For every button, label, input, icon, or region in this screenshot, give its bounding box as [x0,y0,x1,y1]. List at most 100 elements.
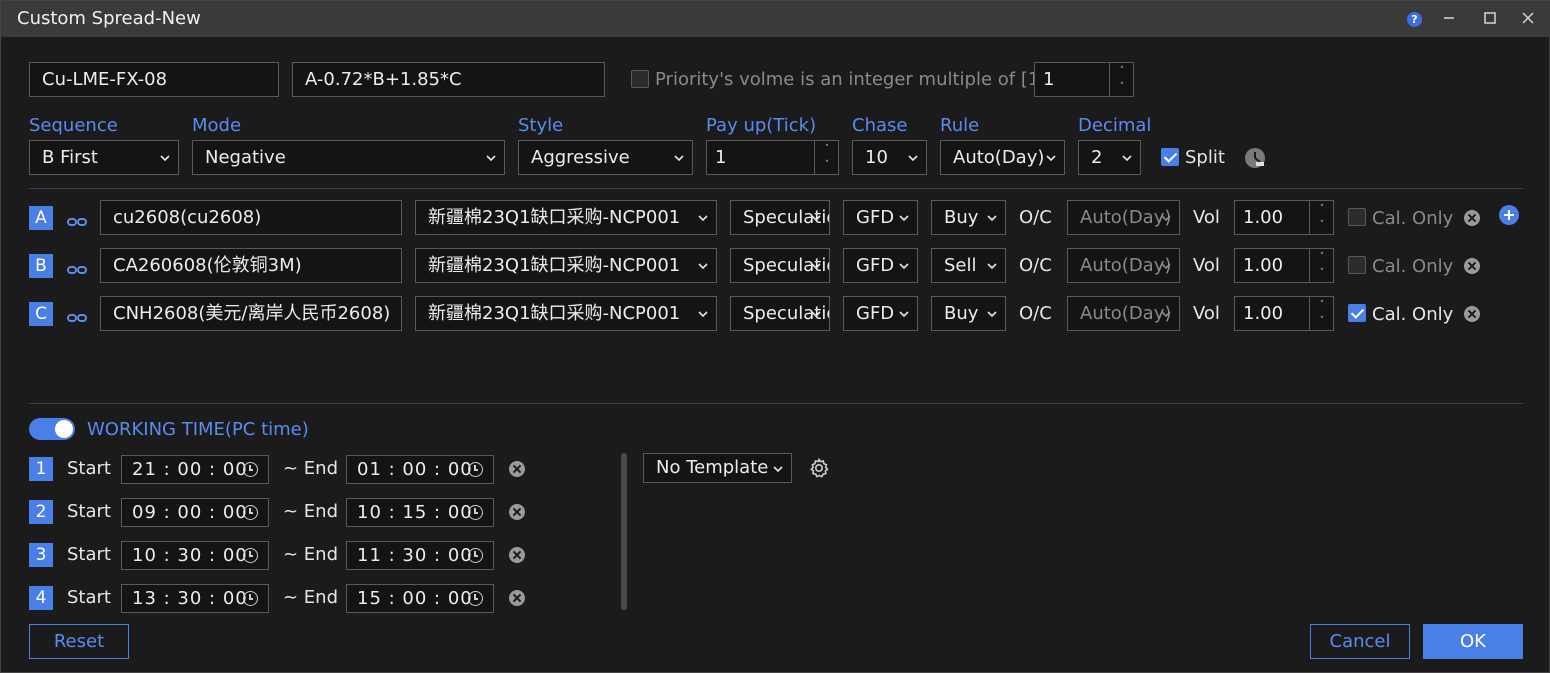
close-icon[interactable] [1516,7,1540,31]
side-select[interactable]: Buy [931,296,1006,331]
contract-input[interactable]: CA260608(伦敦铜3M) [100,248,402,283]
cal-only-checkbox[interactable] [1348,304,1366,322]
start-label: Start [67,544,111,565]
remove-leg-icon[interactable] [1464,210,1480,226]
chevron-down-icon [698,213,708,223]
cal-only-checkbox[interactable] [1348,256,1366,274]
sequence-select[interactable]: B First [29,140,179,175]
remove-slot-icon[interactable] [509,504,525,520]
reset-button[interactable]: Reset [29,624,129,659]
clock-icon[interactable] [243,548,258,563]
formula-input[interactable]: A-0.72*B+1.85*C [292,62,605,97]
end-time-input[interactable]: 10 : 15 : 00 [346,498,494,527]
rule-select[interactable]: Auto(Day) [940,140,1065,175]
chevron-down-icon [1046,153,1056,163]
vol-value: 1.00 [1243,255,1284,276]
panel-scrollbar[interactable] [621,453,627,610]
stepper-arrows[interactable]: ˄ ˅ [1309,201,1333,234]
chase-label: Chase [852,115,908,136]
remove-leg-icon[interactable] [1464,258,1480,274]
clock-icon[interactable] [243,591,258,606]
end-time-input[interactable]: 01 : 00 : 00 [346,455,494,484]
start-time-input[interactable]: 13 : 30 : 00 [121,584,269,613]
chevron-down-icon [811,261,821,271]
contract-input[interactable]: cu2608(cu2608) [100,200,402,235]
tif-select[interactable]: GFD [843,248,918,283]
start-time-input[interactable]: 21 : 00 : 00 [121,455,269,484]
oc-select[interactable]: Auto(Day) [1067,296,1180,331]
working-time-label: WORKING TIME(PC time) [87,419,309,440]
cancel-button[interactable]: Cancel [1310,624,1410,659]
chase-select[interactable]: 10 [852,140,927,175]
link-icon[interactable] [67,308,87,322]
style-select[interactable]: Aggressive [518,140,693,175]
side-select[interactable]: Sell [931,248,1006,283]
oc-select[interactable]: Auto(Day) [1067,200,1180,235]
vol-stepper[interactable]: 1.00 ˄ ˅ [1234,248,1334,283]
end-time-input[interactable]: 11 : 30 : 00 [346,541,494,570]
tif-select[interactable]: GFD [843,200,918,235]
clock-icon[interactable] [468,505,483,520]
clock-icon[interactable] [243,505,258,520]
vol-label: Vol [1193,207,1220,228]
oc-select[interactable]: Auto(Day) [1067,248,1180,283]
vol-value: 1.00 [1243,303,1284,324]
link-icon[interactable] [67,212,87,226]
remove-slot-icon[interactable] [509,590,525,606]
account-value: 新疆棉23Q1缺口采购-NCP001 [428,255,681,276]
hedge-select[interactable]: Speculation [730,296,830,331]
cal-only-checkbox[interactable] [1348,208,1366,226]
account-select[interactable]: 新疆棉23Q1缺口采购-NCP001 [415,296,717,331]
vol-stepper[interactable]: 1.00 ˄ ˅ [1234,296,1334,331]
account-select[interactable]: 新疆棉23Q1缺口采购-NCP001 [415,200,717,235]
stepper-arrows[interactable]: ˄ ˅ [1309,297,1333,330]
payup-stepper[interactable]: 1 ˄ ˅ [706,140,839,175]
add-leg-icon[interactable] [1499,205,1519,225]
priority-multiple-stepper[interactable]: 1 ˄ ˅ [1034,62,1134,97]
vol-stepper[interactable]: 1.00 ˄ ˅ [1234,200,1334,235]
account-select[interactable]: 新疆棉23Q1缺口采购-NCP001 [415,248,717,283]
hedge-select[interactable]: Speculation [730,200,830,235]
chevron-down-icon [899,261,909,271]
start-time-input[interactable]: 10 : 30 : 00 [121,541,269,570]
clock-icon[interactable] [468,591,483,606]
oc-label: O/C [1019,255,1052,276]
mode-select[interactable]: Negative [192,140,505,175]
stepper-arrows[interactable]: ˄ ˅ [1109,63,1133,96]
sequence-label: Sequence [29,115,118,136]
contract-input[interactable]: CNH2608(美元/离岸人民币2608) [100,296,402,331]
chevron-down-icon [1161,309,1171,319]
remove-leg-icon[interactable] [1464,306,1480,322]
priority-checkbox[interactable] [631,70,649,88]
minimize-icon[interactable] [1437,7,1461,31]
tif-select[interactable]: GFD [843,296,918,331]
style-value: Aggressive [531,147,630,168]
remove-slot-icon[interactable] [509,547,525,563]
remove-slot-icon[interactable] [509,461,525,477]
split-checkbox[interactable] [1161,148,1179,166]
chevron-down-icon [987,309,997,319]
clock-settings-icon[interactable] [1244,147,1266,169]
template-select[interactable]: No Template [643,453,792,483]
end-label: ~ End [283,544,339,565]
side-select[interactable]: Buy [931,200,1006,235]
working-time-toggle[interactable] [29,418,75,440]
gear-icon[interactable] [808,457,830,479]
start-time-input[interactable]: 09 : 00 : 00 [121,498,269,527]
ok-button[interactable]: OK [1423,624,1523,659]
help-icon[interactable]: ? [1407,12,1422,27]
link-icon[interactable] [67,260,87,274]
clock-icon[interactable] [468,548,483,563]
decimal-select[interactable]: 2 [1078,140,1141,175]
chevron-down-icon [698,309,708,319]
spread-name-input[interactable]: Cu-LME-FX-08 [29,62,279,97]
stepper-arrows[interactable]: ˄ ˅ [814,141,838,174]
priority-label: Priority's volme is an integer multiple … [655,69,1047,90]
clock-icon[interactable] [468,462,483,477]
clock-icon[interactable] [243,462,258,477]
stepper-arrows[interactable]: ˄ ˅ [1309,249,1333,282]
maximize-icon[interactable] [1478,7,1502,31]
rule-label: Rule [940,115,980,136]
end-time-input[interactable]: 15 : 00 : 00 [346,584,494,613]
hedge-select[interactable]: Speculation [730,248,830,283]
